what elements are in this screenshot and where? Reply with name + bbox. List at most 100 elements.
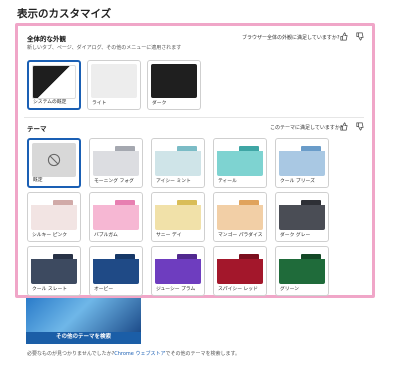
folder-tab	[177, 146, 197, 151]
thumbs-up-icon[interactable]	[339, 32, 348, 41]
appearance-system-default[interactable]: システムの既定	[27, 60, 81, 110]
theme-swatch	[93, 142, 139, 176]
folder-body	[279, 259, 325, 284]
theme-swatch	[93, 196, 139, 230]
theme-label: ジューシー プラム	[156, 287, 196, 292]
folder-body	[31, 259, 77, 284]
theme-label: バブルガム	[94, 233, 118, 238]
theme-swatch	[279, 142, 325, 176]
folder-body	[155, 151, 201, 176]
theme-tile[interactable]: シルキー ピンク	[27, 192, 81, 242]
thumbs-up-icon[interactable]	[339, 122, 348, 131]
folder-body	[217, 205, 263, 230]
appearance-label: ライト	[92, 101, 107, 106]
overall-heading: 全体的な外観	[27, 35, 66, 43]
folder-tab	[301, 146, 321, 151]
no-theme-icon	[47, 153, 61, 167]
theme-swatch	[32, 143, 76, 177]
theme-tile[interactable]: バブルガム	[89, 192, 143, 242]
theme-tile[interactable]: ジューシー プラム	[151, 246, 205, 296]
theme-label: スパイシー レッド	[218, 287, 258, 292]
folder-body	[93, 259, 139, 284]
search-more-themes-label: その他のテーマを検索	[55, 334, 111, 340]
thumbs-down-icon[interactable]	[355, 122, 364, 131]
theme-label: オービー	[94, 287, 114, 292]
theme-label: クール ブリーズ	[280, 179, 315, 184]
theme-tile[interactable]: スパイシー レッド	[213, 246, 267, 296]
theme-swatch	[155, 196, 201, 230]
chrome-webstore-link[interactable]: Chrome ウェブストア	[114, 351, 165, 357]
light-swatch	[91, 64, 137, 98]
folder-body	[155, 259, 201, 284]
page-title: 表示のカスタマイズ	[17, 8, 112, 20]
themes-preview-art	[26, 298, 141, 332]
folder-body	[279, 205, 325, 230]
folder-tab	[115, 254, 135, 259]
folder-tab	[177, 254, 197, 259]
theme-label: アイシー ミント	[156, 179, 191, 184]
theme-label: シルキー ピンク	[32, 233, 68, 238]
appearance-dark[interactable]: ダーク	[147, 60, 201, 110]
theme-label: サニー デイ	[156, 233, 182, 238]
theme-tile[interactable]: クール スレート	[27, 246, 81, 296]
folder-tab	[53, 200, 73, 205]
folder-body	[93, 205, 139, 230]
theme-tile[interactable]: マンゴー パラダイス	[213, 192, 267, 242]
theme-label: マンゴー パラダイス	[218, 233, 263, 238]
theme-swatch	[217, 142, 263, 176]
folder-tab	[177, 200, 197, 205]
theme-heading: テーマ	[27, 125, 47, 133]
folder-tab	[301, 200, 321, 205]
theme-label: クール スレート	[32, 287, 68, 292]
theme-tile[interactable]: ダーク グレー	[275, 192, 329, 242]
footer-text: 必要なものが見つかりませんでしたか?Chrome ウェブストアでその他のテーマを…	[27, 350, 240, 357]
theme-swatch	[155, 250, 201, 284]
theme-label: モーニング フォグ	[94, 179, 134, 184]
system-default-swatch	[32, 65, 76, 99]
theme-swatch	[217, 250, 263, 284]
theme-swatch	[155, 142, 201, 176]
theme-tile[interactable]: グリーン	[275, 246, 329, 296]
folder-tab	[115, 146, 135, 151]
theme-tile[interactable]: アイシー ミント	[151, 138, 205, 188]
theme-feedback-text: このテーマに満足していますか?	[270, 125, 343, 131]
folder-body	[93, 151, 139, 176]
folder-tab	[115, 200, 135, 205]
section-divider	[24, 117, 364, 118]
overall-feedback-text: ブラウザー全体の外観に満足していますか?	[242, 35, 340, 41]
dark-swatch	[151, 64, 197, 98]
folder-tab	[239, 200, 259, 205]
folder-tab	[53, 254, 73, 259]
folder-tab	[301, 254, 321, 259]
theme-tile[interactable]: オービー	[89, 246, 143, 296]
footer-before: 必要なものが見つかりませんでしたか?	[27, 351, 115, 357]
theme-tile[interactable]: クール ブリーズ	[275, 138, 329, 188]
theme-swatch	[279, 250, 325, 284]
folder-body	[155, 205, 201, 230]
appearance-label: システムの既定	[33, 100, 67, 105]
theme-swatch	[279, 196, 325, 230]
theme-tile[interactable]: サニー デイ	[151, 192, 205, 242]
theme-label: ティール	[218, 179, 237, 184]
appearance-light[interactable]: ライト	[87, 60, 141, 110]
theme-label: 既定	[33, 178, 43, 183]
theme-swatch	[31, 250, 77, 284]
folder-body	[217, 259, 263, 284]
search-more-themes-button[interactable]: その他のテーマを検索	[26, 298, 141, 344]
theme-tile[interactable]: モーニング フォグ	[89, 138, 143, 188]
theme-swatch	[217, 196, 263, 230]
appearance-label: ダーク	[152, 101, 167, 106]
footer-after: でその他のテーマを検索します。	[165, 351, 240, 357]
theme-tile[interactable]: ティール	[213, 138, 267, 188]
thumbs-down-icon[interactable]	[355, 32, 364, 41]
theme-label: ダーク グレー	[280, 233, 311, 238]
folder-body	[279, 151, 325, 176]
folder-body	[31, 205, 77, 230]
theme-swatch	[31, 196, 77, 230]
folder-tab	[239, 254, 259, 259]
theme-label: グリーン	[280, 287, 299, 292]
folder-tab	[239, 146, 259, 151]
theme-swatch	[93, 250, 139, 284]
overall-subtitle: 新しいタブ、ページ、ダイアログ、その他のメニューに適用されます	[27, 45, 182, 51]
theme-tile[interactable]: 既定	[27, 138, 81, 188]
